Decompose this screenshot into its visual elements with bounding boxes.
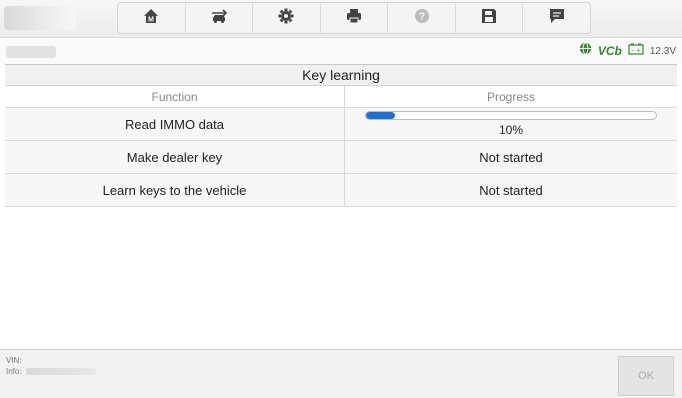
datalog-button[interactable] — [523, 3, 590, 33]
table-row[interactable]: Read IMMO data 10% — [5, 108, 677, 141]
car-swap-icon — [209, 7, 229, 30]
progress-bar — [365, 111, 657, 120]
toolbar-button-group: M ? — [117, 2, 591, 34]
page-title: Key learning — [5, 64, 677, 86]
key-learning-table: Function Progress Read IMMO data 10% Mak… — [5, 86, 677, 207]
battery-icon: - + — [628, 42, 644, 60]
svg-text:- +: - + — [632, 48, 640, 55]
breadcrumb — [6, 46, 56, 58]
message-icon — [548, 7, 566, 30]
function-name: Read IMMO data — [5, 108, 345, 140]
vehicle-swap-button[interactable] — [186, 3, 254, 33]
battery-voltage: 12.3V — [649, 45, 676, 57]
table-row[interactable]: Make dealer key Not started — [5, 141, 677, 174]
gear-icon — [277, 7, 295, 30]
status-text: Not started — [479, 182, 543, 198]
connection-status: VCb - + 12.3V — [579, 42, 676, 60]
svg-text:?: ? — [419, 11, 425, 22]
progress-cell: 10% — [345, 108, 677, 140]
ok-button[interactable]: OK — [618, 356, 674, 396]
table-row[interactable]: Learn keys to the vehicle Not started — [5, 174, 677, 207]
brand-logo — [4, 6, 76, 30]
info-label: Info: — [6, 367, 22, 376]
settings-button[interactable] — [253, 3, 321, 33]
status-strip: VCb - + 12.3V — [0, 38, 682, 64]
top-toolbar: M ? — [0, 0, 682, 38]
home-m-icon: M — [142, 7, 160, 30]
vehicle-info: VIN: Info: — [6, 355, 96, 377]
vin-label: VIN: — [6, 356, 22, 365]
progress-percent: 10% — [498, 123, 524, 137]
print-button[interactable] — [321, 3, 389, 33]
printer-icon — [345, 7, 363, 30]
help-button[interactable]: ? — [388, 3, 456, 33]
vci-status-label: VCb — [597, 44, 622, 58]
status-text: Not started — [479, 149, 543, 165]
svg-text:M: M — [148, 16, 154, 23]
network-globe-icon — [579, 42, 592, 60]
progress-bar-fill — [366, 112, 395, 119]
table-header-row: Function Progress — [5, 86, 677, 108]
home-button[interactable]: M — [118, 3, 186, 33]
save-button[interactable] — [456, 3, 524, 33]
column-header-function: Function — [5, 86, 345, 107]
help-icon: ? — [413, 7, 431, 30]
save-icon — [480, 7, 498, 30]
function-name: Make dealer key — [5, 141, 345, 173]
bottom-bar: VIN: Info: OK — [0, 349, 682, 398]
column-header-progress: Progress — [486, 89, 536, 104]
info-value-redacted — [25, 368, 96, 376]
function-name: Learn keys to the vehicle — [5, 174, 345, 206]
